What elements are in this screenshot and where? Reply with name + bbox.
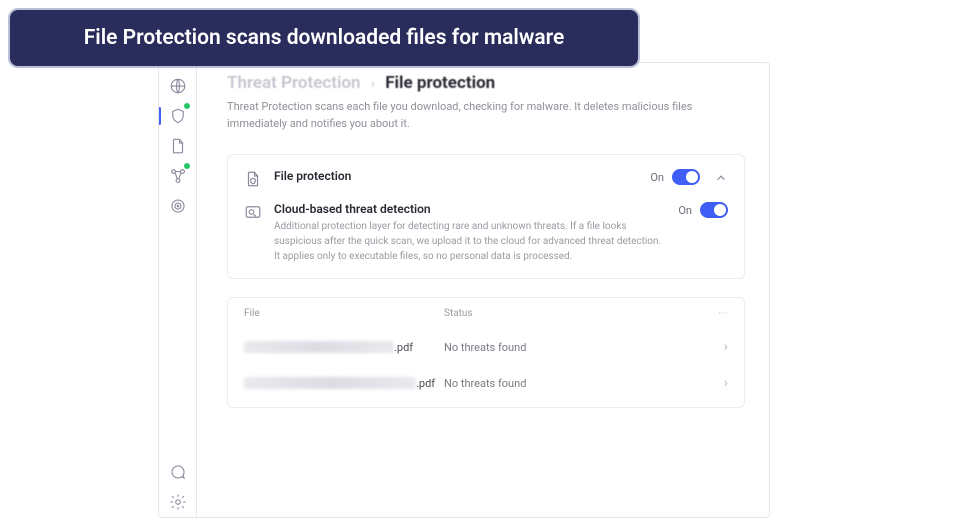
- breadcrumb-parent[interactable]: Threat Protection: [227, 73, 361, 93]
- shield-icon[interactable]: [163, 101, 193, 131]
- cloud-detection-desc: Additional protection layer for detectin…: [274, 219, 666, 264]
- cloud-detection-state: On: [678, 204, 692, 217]
- file-protection-title: File protection: [274, 169, 638, 183]
- chat-icon[interactable]: [163, 457, 193, 487]
- file-ext: .pdf: [416, 377, 435, 390]
- header-status: Status: [444, 308, 708, 319]
- cloud-detection-toggle[interactable]: [700, 202, 728, 218]
- file-icon[interactable]: [163, 131, 193, 161]
- table-header: File Status ⋯: [244, 308, 728, 329]
- sidebar: [159, 63, 197, 517]
- page-subtitle: Threat Protection scans each file you do…: [227, 99, 707, 132]
- target-icon[interactable]: [163, 191, 193, 221]
- chevron-up-icon[interactable]: [714, 170, 728, 184]
- breadcrumb: Threat Protection › File protection: [227, 73, 745, 93]
- gear-icon[interactable]: [163, 487, 193, 517]
- file-ext: .pdf: [394, 341, 413, 354]
- file-status: No threats found: [444, 377, 708, 390]
- chevron-right-icon: ›: [708, 339, 728, 355]
- main-content: Threat Protection › File protection Thre…: [197, 63, 769, 517]
- redacted-filename: [244, 377, 416, 389]
- more-icon[interactable]: ⋯: [708, 308, 728, 319]
- breadcrumb-sep: ›: [371, 76, 375, 92]
- status-dot: [184, 103, 190, 109]
- cloud-scan-icon: [244, 203, 262, 221]
- header-file: File: [244, 308, 444, 319]
- cloud-detection-row: Cloud-based threat detection Additional …: [244, 202, 728, 264]
- table-row[interactable]: .pdf No threats found ›: [244, 365, 728, 401]
- settings-card: File protection On Cloud-based threat de…: [227, 154, 745, 279]
- file-protection-state: On: [650, 171, 664, 184]
- info-banner: File Protection scans downloaded files f…: [8, 8, 640, 68]
- cloud-detection-title: Cloud-based threat detection: [274, 202, 666, 216]
- breadcrumb-current: File protection: [385, 73, 495, 93]
- file-status: No threats found: [444, 341, 708, 354]
- redacted-filename: [244, 341, 394, 353]
- network-icon[interactable]: [163, 161, 193, 191]
- chevron-right-icon: ›: [708, 375, 728, 391]
- app-window: Threat Protection › File protection Thre…: [158, 62, 770, 518]
- table-row[interactable]: .pdf No threats found ›: [244, 329, 728, 365]
- file-table: File Status ⋯ .pdf No threats found › .p…: [227, 297, 745, 408]
- banner-text: File Protection scans downloaded files f…: [34, 26, 614, 50]
- file-protection-row: File protection On: [244, 169, 728, 188]
- file-shield-icon: [244, 170, 262, 188]
- file-protection-toggle[interactable]: [672, 169, 700, 185]
- globe-icon[interactable]: [163, 71, 193, 101]
- status-dot: [184, 163, 190, 169]
